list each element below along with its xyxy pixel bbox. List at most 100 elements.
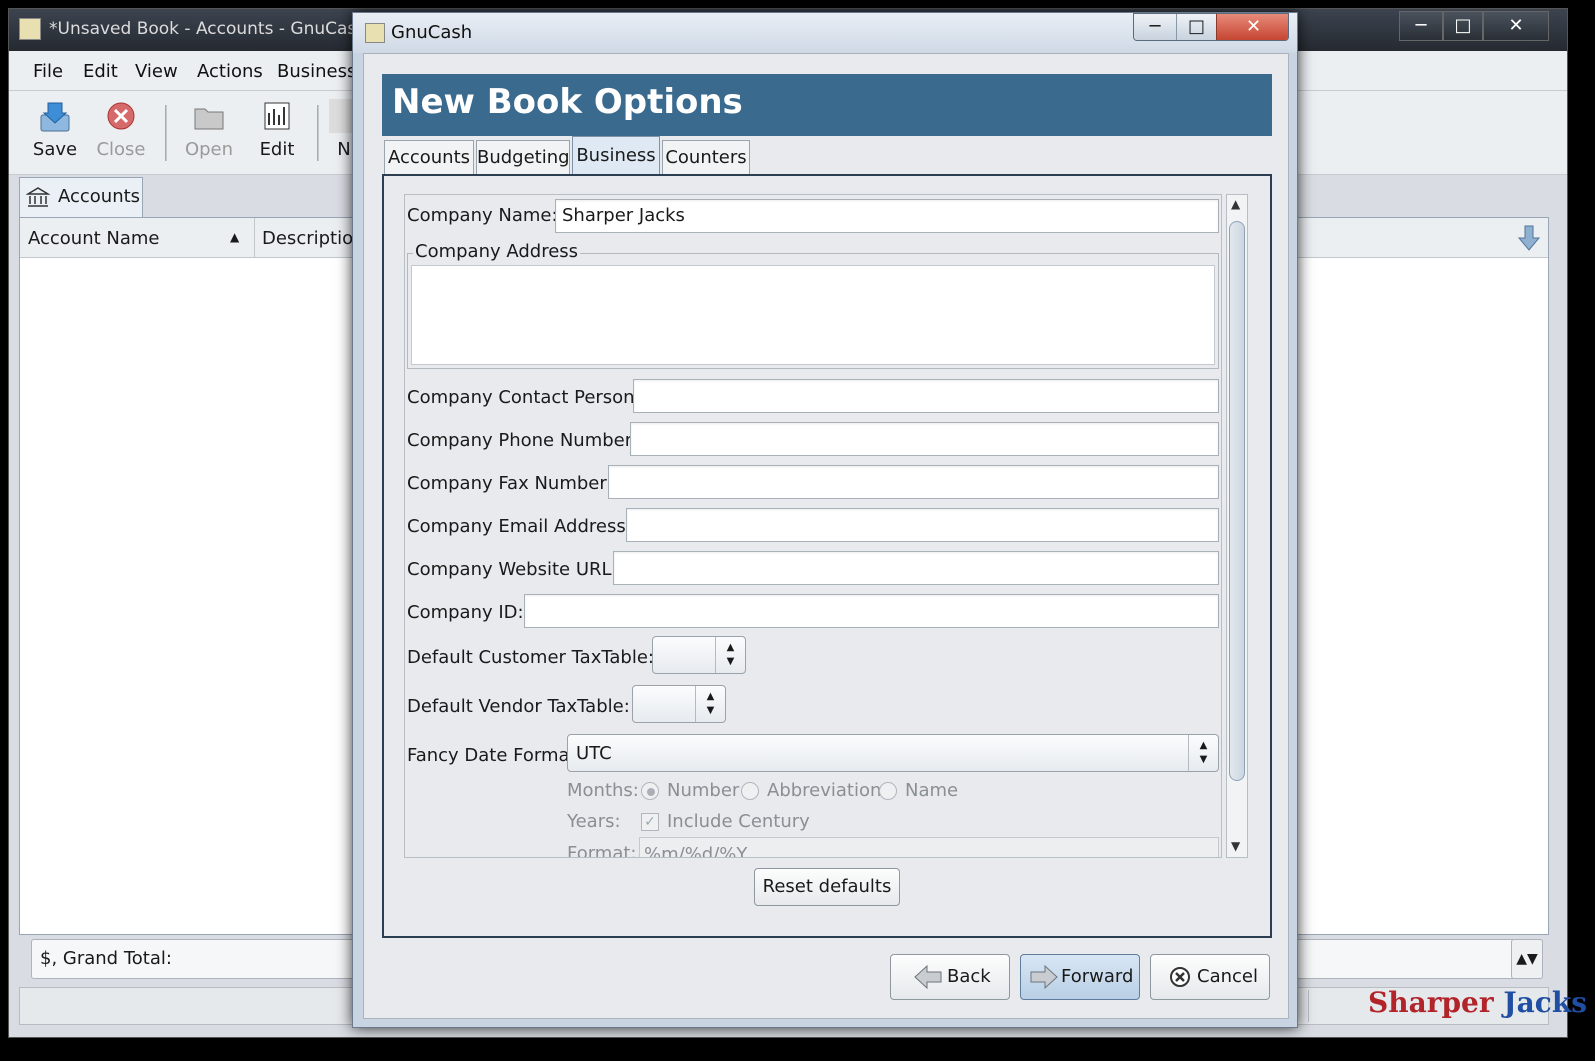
app-icon [19,18,41,40]
spinner-arrows-icon: ▲ ▼ [1188,735,1218,771]
close-icon[interactable]: ✕ [1483,11,1549,41]
dialog-close-icon[interactable]: ✕ [1216,14,1288,40]
menu-edit[interactable]: Edit [83,61,118,82]
website-url-input[interactable] [613,551,1219,585]
company-address-label: Company Address [413,241,581,262]
cancel-icon [1170,967,1190,987]
bank-icon [26,187,50,207]
company-id-label: Company ID: [407,602,524,623]
close-circle-icon [107,102,135,130]
company-name-input[interactable]: Sharper Jacks [555,199,1219,233]
contact-person-input[interactable] [633,379,1219,413]
tab-business[interactable]: Business [572,136,660,176]
email-address-input[interactable] [626,508,1219,542]
radio-name-label: Name [905,780,959,801]
reset-defaults-button[interactable]: Reset defaults [754,868,900,906]
business-panel: Company Name: Sharper Jacks Company Addr… [382,174,1272,938]
dialog-window-buttons: ─ □ ✕ [1133,13,1289,41]
tab-accounts[interactable]: Accounts [19,177,143,217]
company-id-input[interactable] [524,594,1219,628]
grand-total-dropdown-icon[interactable]: ▲▼ [1511,939,1543,979]
menu-file[interactable]: File [33,61,63,82]
spinner-arrows-icon: ▲ ▼ [715,637,745,673]
spinner-arrows-icon: ▲ ▼ [695,686,725,722]
save-icon [40,102,70,132]
options-tabs: Accounts Budgeting Business Counters [382,136,1272,176]
company-address-textarea[interactable] [411,265,1215,365]
phone-number-input[interactable] [630,422,1219,456]
arrow-down-icon[interactable] [1516,224,1542,252]
watermark-part2: Jacks [1503,986,1587,1019]
new-book-options-dialog: GnuCash ─ □ ✕ New Book Options Accounts … [352,12,1298,1028]
vendor-taxtable-select[interactable]: ▲ ▼ [632,685,726,723]
close-button[interactable]: Close [91,99,151,160]
edit-label: Edit [259,139,295,160]
save-label: Save [32,139,78,160]
tab-accounts[interactable]: Accounts [384,140,474,176]
dialog-maximize-icon[interactable]: □ [1176,14,1216,40]
col-account-name[interactable]: Account Name [28,228,160,249]
new-label: N [337,139,351,160]
minimize-icon[interactable]: ─ [1399,11,1443,41]
main-window-title: *Unsaved Book - Accounts - GnuCash [49,19,368,39]
dialog-banner: New Book Options [382,74,1272,136]
scrollbar-thumb[interactable] [1229,221,1245,781]
date-format-label: Fancy Date Format [407,745,577,766]
tab-counters[interactable]: Counters [662,140,750,176]
edit-icon [264,102,290,130]
date-format-value: UTC [576,743,612,764]
open-label: Open [184,139,234,160]
include-century-checkbox[interactable]: ✓ [641,813,659,831]
save-button[interactable]: Save [25,99,85,160]
cancel-label: Cancel [1197,966,1258,987]
close-label: Close [96,139,146,160]
sort-ascending-icon: ▲ [230,230,240,244]
col-divider [254,218,255,258]
cancel-button[interactable]: Cancel [1150,954,1270,1000]
menu-view[interactable]: View [135,61,178,82]
fax-number-input[interactable] [608,465,1219,499]
format-field: %m/%d/%Y [639,837,1219,857]
phone-number-label: Company Phone Number: [407,430,638,451]
edit-button[interactable]: Edit [247,99,307,160]
email-address-label: Company Email Address: [407,516,632,537]
back-button[interactable]: Back [890,954,1010,1000]
back-label: Back [947,966,991,987]
radio-abbreviation[interactable] [741,782,759,800]
customer-taxtable-select[interactable]: ▲ ▼ [652,636,746,674]
folder-icon [194,108,224,130]
company-name-label: Company Name: [407,205,558,226]
include-century-label: Include Century [667,811,810,832]
format-label: Format: [567,843,637,858]
radio-name[interactable] [879,782,897,800]
dialog-titlebar: GnuCash ─ □ ✕ [353,13,1297,53]
vendor-taxtable-label: Default Vendor TaxTable: [407,696,630,717]
col-description[interactable]: Description [262,228,365,249]
months-label: Months: [567,780,639,801]
statusbar-divider [1308,990,1309,1022]
vertical-scrollbar[interactable]: ▲ ▼ [1226,194,1248,858]
watermark-part1: Sharper [1368,986,1504,1019]
contact-person-label: Company Contact Person: [407,387,641,408]
radio-abbreviation-label: Abbreviation [767,780,882,801]
toolbar-separator [317,105,319,161]
forward-button[interactable]: Forward [1020,954,1140,1000]
arrow-right-icon [1030,964,1058,990]
scroll-down-icon[interactable]: ▼ [1231,839,1240,853]
forward-label: Forward [1061,966,1134,987]
radio-number[interactable] [641,782,659,800]
menu-actions[interactable]: Actions [197,61,263,82]
dialog-minimize-icon[interactable]: ─ [1134,14,1176,40]
years-label: Years: [567,811,621,832]
sharper-jacks-watermark: Sharper Jacks [1368,986,1587,1019]
business-options-scroll-area[interactable]: Company Name: Sharper Jacks Company Addr… [404,194,1222,858]
maximize-icon[interactable]: □ [1443,11,1483,41]
tab-budgeting[interactable]: Budgeting [476,140,570,176]
dialog-body: New Book Options Accounts Budgeting Busi… [363,53,1289,1019]
open-button[interactable]: Open [179,99,239,160]
fax-number-label: Company Fax Number: [407,473,613,494]
scroll-up-icon[interactable]: ▲ [1231,197,1240,211]
date-format-select[interactable]: UTC ▲ ▼ [567,734,1219,772]
customer-taxtable-label: Default Customer TaxTable: [407,647,654,668]
menu-business[interactable]: Business [277,61,356,82]
